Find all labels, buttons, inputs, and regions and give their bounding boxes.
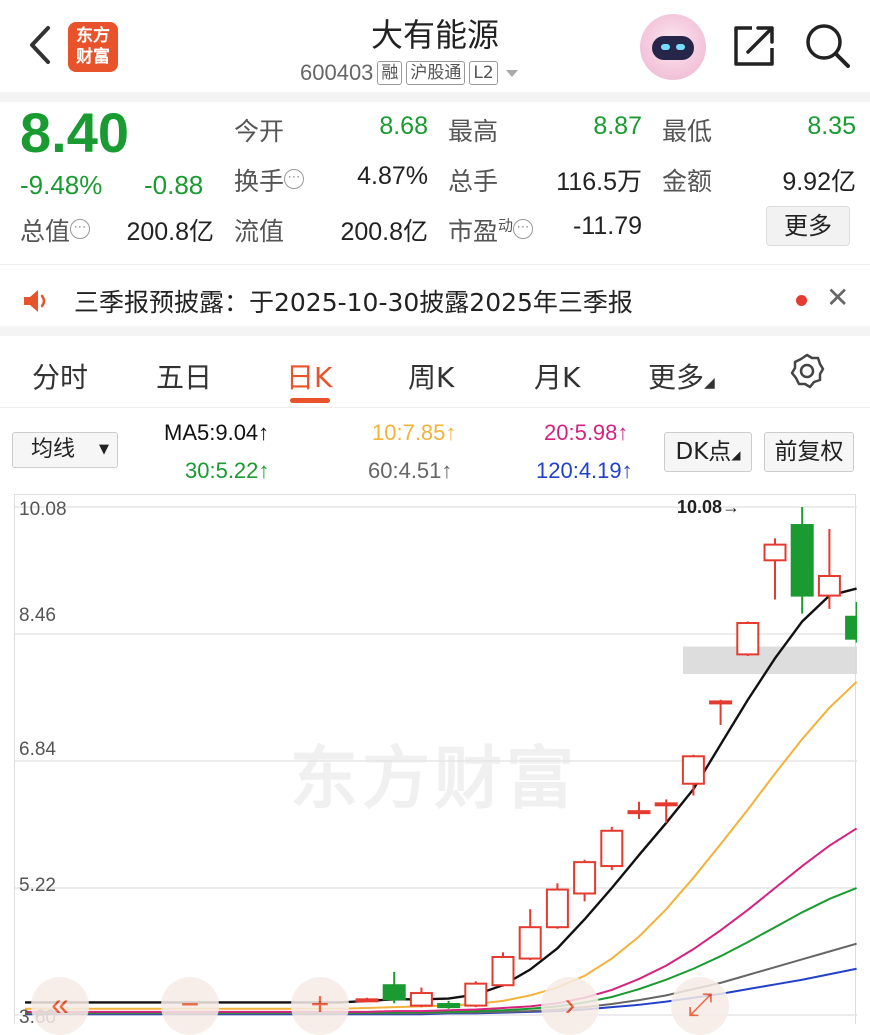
candle-body — [845, 615, 857, 640]
tab-five-day[interactable]: 五日 — [156, 356, 212, 396]
candle-body — [709, 700, 733, 705]
ma60-value: 60:4.51↑ — [368, 458, 453, 483]
dropdown-caret-icon[interactable] — [502, 66, 522, 80]
scroll-right-icon[interactable]: › — [541, 977, 599, 1035]
open-value: 8.68 — [379, 112, 428, 140]
low-label: 最低 — [662, 117, 713, 146]
market-cap-label: 总值 ⋯ — [20, 212, 91, 248]
candle-body — [409, 992, 433, 1007]
tab-monthly-k[interactable]: 月K — [534, 356, 580, 396]
ma5-value: MA5:9.04↑ — [164, 420, 270, 445]
zoom-out-icon[interactable]: − — [161, 977, 219, 1035]
ma20-value: 20:5.98↑ — [544, 420, 629, 445]
candle-body — [491, 955, 515, 987]
search-icon[interactable] — [802, 20, 852, 70]
adjust-mode-button[interactable]: 前复权 — [764, 432, 854, 472]
candle-body — [437, 1003, 461, 1009]
active-tab-underline — [290, 398, 330, 403]
speaker-icon — [24, 290, 46, 312]
divider — [0, 92, 870, 102]
candle-body — [600, 829, 624, 868]
ma-line-ma20 — [25, 827, 857, 1013]
pe-value: -11.79 — [572, 212, 642, 240]
tab-weekly-k[interactable]: 周K — [408, 356, 454, 396]
info-icon[interactable]: ⋯ — [70, 218, 91, 239]
volume-value: 116.5万 — [556, 168, 642, 196]
margin-tag: 融 — [377, 61, 403, 85]
turnover-label: 换手 ⋯ — [234, 162, 305, 198]
zoom-in-icon[interactable]: + — [291, 977, 349, 1035]
y-tick-label: 10.08 — [19, 499, 67, 520]
pe-label: 市盈动 ⋯ — [448, 212, 534, 248]
info-icon[interactable]: ⋯ — [284, 168, 305, 189]
share-icon[interactable] — [730, 20, 778, 70]
current-price: 8.40 — [20, 101, 129, 164]
support-band — [683, 646, 857, 674]
indicator-select[interactable]: 均线 ▼ — [12, 432, 118, 468]
close-icon[interactable]: ✕ — [826, 281, 849, 314]
zoom-out-fast-icon[interactable]: « — [31, 977, 89, 1035]
high-label: 最高 — [448, 117, 499, 146]
y-tick-label: 8.46 — [19, 605, 56, 626]
more-caret-icon: ◢ — [704, 375, 715, 391]
settings-gear-icon[interactable] — [788, 352, 826, 390]
open-label: 今开 — [234, 117, 285, 146]
y-tick-label: 5.22 — [19, 875, 56, 896]
candle-body — [681, 755, 705, 785]
header: 东方 财富 大有能源 600403 融 沪股通 L2 — [0, 0, 870, 95]
info-icon[interactable]: ⋯ — [513, 218, 534, 239]
candle-body — [355, 998, 379, 1003]
market-cap-value: 200.8亿 — [126, 218, 214, 246]
dk-point-button[interactable]: DK点◢ — [664, 432, 752, 472]
high-value: 8.87 — [593, 112, 642, 140]
ma10-value: 10:7.85↑ — [372, 420, 457, 445]
ma120-value: 120:4.19↑ — [536, 458, 633, 483]
period-tabs: 分时 五日 日K 周K 月K 更多◢ — [0, 346, 870, 408]
notice-bar[interactable]: 三季报预披露：于2025-10-30披露2025年三季报 ✕ — [0, 264, 870, 336]
candle-body — [518, 926, 542, 960]
unread-dot — [796, 295, 807, 306]
float-cap-value: 200.8亿 — [340, 218, 428, 246]
stock-subtitle[interactable]: 600403 融 沪股通 L2 — [300, 58, 522, 88]
candle-body — [817, 574, 841, 597]
candle-body — [382, 984, 406, 1001]
kline-svg — [15, 506, 857, 1016]
high-marker-label: 10.08→ — [677, 497, 741, 517]
hgt-tag: 沪股通 — [406, 61, 466, 85]
y-tick-label: 6.84 — [19, 739, 56, 760]
tab-intraday[interactable]: 分时 — [32, 356, 88, 396]
kline-chart[interactable]: 东方财富 10.08 8.46 6.84 5.22 3.60 10.08→ « … — [14, 494, 857, 1035]
fullscreen-icon[interactable]: ⤢ — [671, 977, 729, 1035]
more-quote-button[interactable]: 更多 — [766, 206, 850, 246]
stock-code: 600403 — [300, 60, 374, 85]
candle-body — [464, 982, 488, 1007]
select-caret-icon: ▼ — [99, 442, 109, 457]
assistant-robot-icon[interactable] — [640, 14, 706, 80]
candle-body — [545, 888, 569, 929]
low-value: 8.35 — [807, 112, 856, 140]
tab-more[interactable]: 更多◢ — [648, 356, 715, 396]
change-amount: -0.88 — [144, 170, 204, 200]
amount-value: 9.92亿 — [782, 168, 856, 196]
candle-body — [627, 810, 651, 815]
candle-body — [654, 802, 678, 807]
change-percent: -9.48% — [20, 170, 103, 200]
candle-body — [573, 861, 597, 895]
l2-tag: L2 — [469, 61, 498, 85]
amount-label: 金额 — [662, 167, 713, 196]
float-cap-label: 流值 — [234, 217, 285, 246]
tab-daily-k[interactable]: 日K — [286, 356, 332, 396]
ma-line-ma30 — [25, 887, 857, 1014]
candle-body — [736, 622, 760, 656]
ma30-value: 30:5.22↑ — [185, 458, 270, 483]
turnover-value: 4.87% — [357, 162, 428, 190]
candle-body — [763, 543, 787, 562]
volume-label: 总手 — [448, 167, 499, 196]
candle-body — [790, 524, 814, 597]
notice-text: 三季报预披露：于2025-10-30披露2025年三季报 — [74, 288, 633, 317]
ma-line-ma10 — [25, 681, 857, 1010]
dk-caret-icon: ◢ — [731, 448, 741, 462]
